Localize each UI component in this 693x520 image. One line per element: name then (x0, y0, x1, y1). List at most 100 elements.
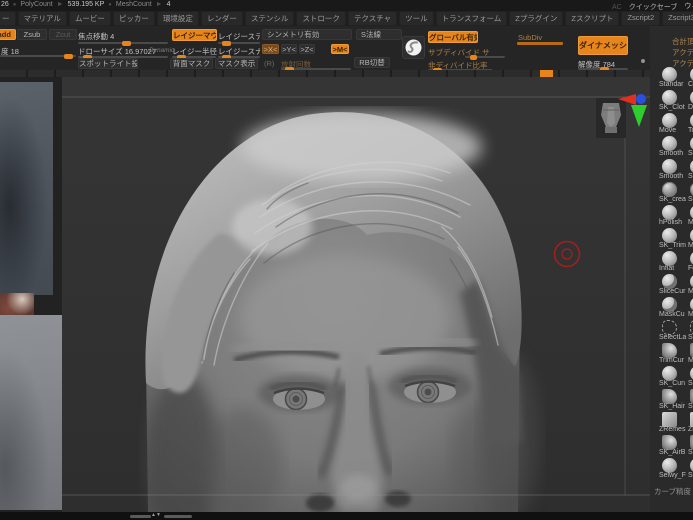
menu-item[interactable]: マテリアル (17, 11, 67, 26)
brush-icon[interactable] (662, 136, 677, 151)
brush-label-partial[interactable]: S (688, 403, 693, 410)
brush-icon[interactable] (662, 297, 677, 312)
brush-icon[interactable] (662, 113, 677, 128)
brush-label[interactable]: Smooth (659, 173, 683, 180)
brush-label-partial[interactable]: S (688, 472, 693, 479)
menu-item[interactable]: Zプラグイン (509, 11, 564, 26)
brush-label-partial[interactable]: ZF (688, 426, 693, 433)
brush-label-partial[interactable]: S (688, 380, 693, 387)
tray-divider-arrows-icon[interactable]: ▲▼ (151, 512, 161, 518)
focal-shift-slider-label[interactable]: 焦点移動 4 (78, 31, 114, 42)
brush-label-partial[interactable]: Se (688, 150, 693, 157)
zsub-button[interactable]: Zsub (17, 29, 47, 40)
brush-label[interactable]: Move (659, 127, 676, 134)
zadd-button[interactable]: Zadd (0, 29, 16, 40)
brush-icon[interactable] (662, 389, 677, 404)
brush-icon[interactable] (662, 205, 677, 220)
brush-label[interactable]: SK_AirB (659, 449, 685, 456)
dynamic-label[interactable]: Dynamic (149, 47, 174, 54)
tray-divider-handle[interactable] (164, 515, 192, 518)
brush-label-partial[interactable]: M (688, 311, 693, 318)
spotlight-projection-button[interactable]: スポットライト投影 (78, 58, 138, 69)
menu-item-fragment[interactable]: ー (0, 11, 16, 26)
viewport-canvas[interactable] (62, 77, 650, 520)
brush-label[interactable]: SliceCur (659, 288, 685, 295)
brush-label-partial[interactable]: Cl (688, 81, 693, 88)
sculptris-logo-button[interactable] (402, 36, 425, 59)
menu-item[interactable]: ムービー (68, 11, 111, 26)
menu-item[interactable]: Zスクリプト (565, 11, 620, 26)
brush-label[interactable]: SelectLa (659, 334, 686, 341)
brush-label[interactable]: Inflat (659, 265, 674, 272)
brush-icon[interactable] (662, 182, 677, 197)
brush-label[interactable]: SK_Trim (659, 242, 686, 249)
shelf-divider-orange-cell[interactable] (540, 70, 553, 77)
brush-icon[interactable] (662, 274, 677, 289)
brush-label[interactable]: Standar (659, 81, 684, 88)
brush-icon[interactable] (662, 366, 677, 381)
symmetry-z-button[interactable]: >Z< (299, 44, 315, 54)
symmetry-button[interactable]: シンメトリ有効 (262, 29, 352, 40)
brush-icon[interactable] (662, 159, 677, 174)
menu-item[interactable]: トランスフォーム (435, 11, 508, 26)
ac-indicator[interactable]: AC (612, 4, 622, 11)
brush-icon[interactable] (662, 343, 677, 358)
global-enable-button[interactable]: グローバル有効 (428, 31, 478, 43)
subdiv-slider-label[interactable]: SubDiv (518, 33, 542, 42)
brush-label[interactable]: SK_crea (659, 196, 686, 203)
mask-view-button[interactable]: マスク表示 (215, 58, 258, 69)
brush-label-partial[interactable]: M (688, 219, 693, 226)
brush-label[interactable]: Smooth (659, 150, 683, 157)
menu-item[interactable]: テクスチャ (347, 11, 398, 26)
brush-label[interactable]: SK_Hair (659, 403, 685, 410)
brush-label-partial[interactable]: M (688, 288, 693, 295)
brush-label[interactable]: MaskCu (659, 311, 685, 318)
menu-item[interactable]: 環境設定 (156, 11, 199, 26)
brush-label-partial[interactable]: Fo (688, 265, 693, 272)
z-intensity-slider-handle[interactable] (64, 54, 73, 59)
brush-label[interactable]: SK_Cun (659, 380, 685, 387)
brush-icon[interactable] (662, 320, 677, 335)
brush-label-partial[interactable]: Sm (688, 173, 693, 180)
symmetry-m-button[interactable]: >M< (331, 44, 349, 54)
menu-item[interactable]: Zscript3 (662, 11, 693, 26)
backface-mask-button[interactable]: 背面マスク (170, 58, 213, 69)
brush-label-partial[interactable]: S (688, 449, 693, 456)
reference-image-bottom[interactable] (0, 315, 62, 510)
brush-icon[interactable] (662, 412, 677, 427)
brush-icon[interactable] (662, 251, 677, 266)
brush-label-partial[interactable]: To (688, 127, 693, 134)
rb-switch-button[interactable]: RB切替 (354, 57, 390, 68)
brush-label[interactable]: ZRemes (659, 426, 685, 433)
subdiv-slider-track[interactable] (517, 42, 563, 45)
brush-label[interactable]: SK_Clot (659, 104, 685, 111)
tray-divider-handle[interactable] (130, 515, 151, 518)
radial-r-toggle[interactable]: (R) (264, 59, 274, 68)
brush-label[interactable]: Selwy_F (659, 472, 686, 479)
brush-label[interactable]: hPolish (659, 219, 682, 226)
lazy-mouse-button[interactable]: レイジーマウス (172, 29, 217, 41)
brush-icon[interactable] (662, 90, 677, 105)
s-normal-button[interactable]: S法線 (356, 29, 402, 40)
symmetry-y-button[interactable]: >Y< (281, 44, 297, 54)
brush-label-partial[interactable]: M (688, 242, 693, 249)
brush-icon[interactable] (662, 67, 677, 82)
dynamesh-button[interactable]: ダイナメッシュ (578, 36, 628, 55)
brush-label-partial[interactable]: M (688, 357, 693, 364)
brush-label-partial[interactable]: Se (688, 334, 693, 341)
menu-item[interactable]: ツール (399, 11, 434, 26)
symmetry-x-button[interactable]: >X< (262, 44, 279, 54)
zcut-button[interactable]: Zcut (49, 29, 77, 40)
brush-icon[interactable] (662, 458, 677, 473)
brush-label-partial[interactable]: Da (688, 104, 693, 111)
brush-label-partial[interactable]: Sm (688, 196, 693, 203)
menu-item[interactable]: ストローク (296, 11, 346, 26)
menu-item[interactable]: ステンシル (244, 11, 295, 26)
menu-item[interactable]: レンダー (200, 11, 243, 26)
brush-icon[interactable] (662, 435, 677, 450)
brush-label[interactable]: TrimCur (659, 357, 684, 364)
menu-item[interactable]: ピッカー (112, 11, 155, 26)
reference-image-top[interactable] (0, 82, 53, 295)
resolution-knob-icon[interactable] (641, 59, 645, 63)
menu-item[interactable]: Zscript2 (621, 11, 661, 26)
